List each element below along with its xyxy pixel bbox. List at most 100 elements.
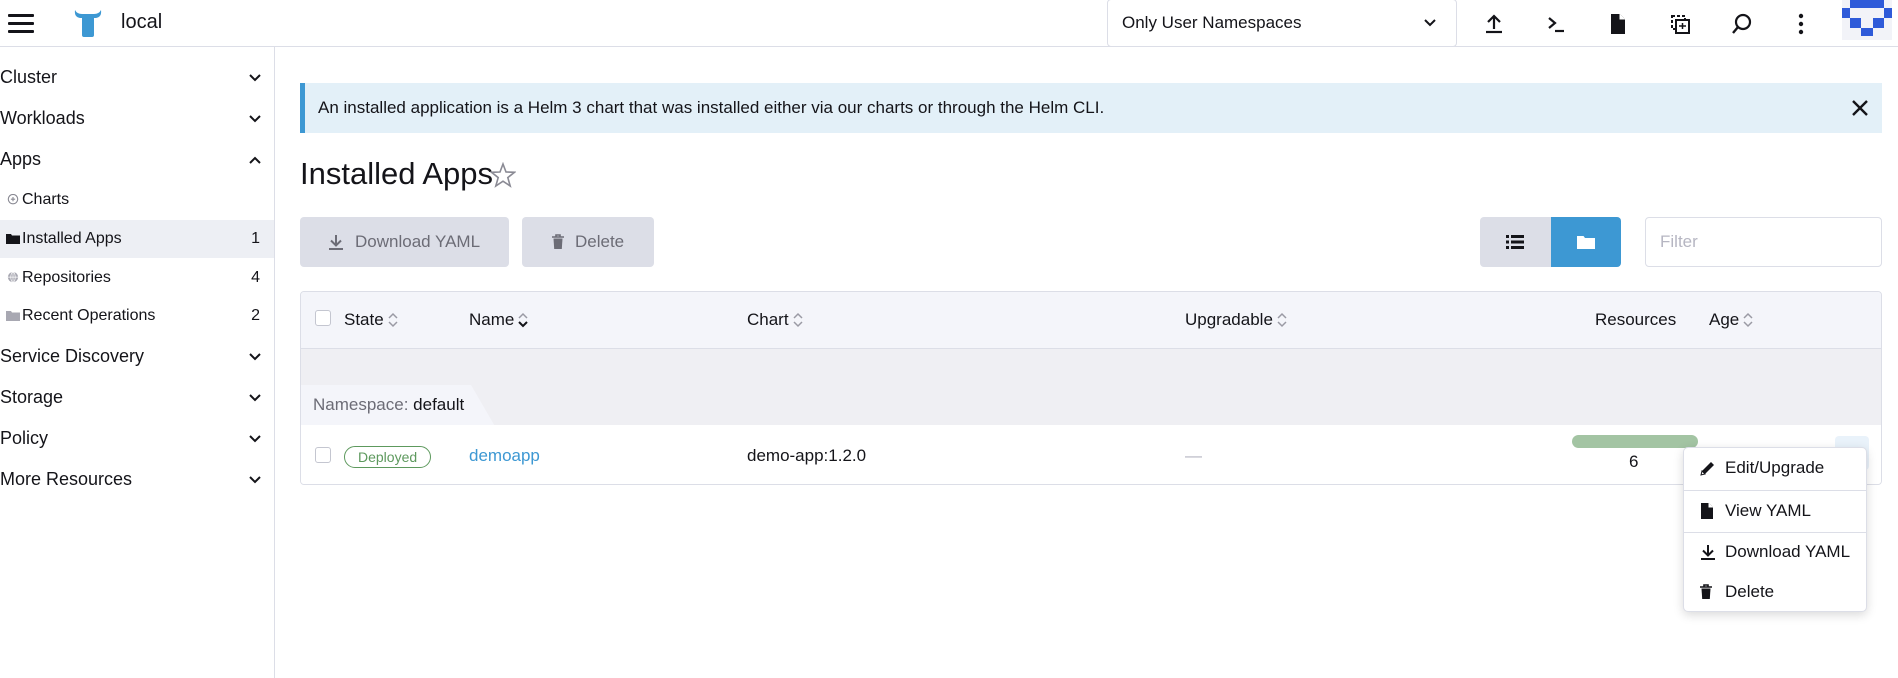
select-all-checkbox[interactable] xyxy=(315,310,331,326)
sidebar-group-label: Workloads xyxy=(0,107,85,128)
page-title: Installed Apps xyxy=(300,156,494,191)
close-icon[interactable] xyxy=(1848,96,1872,120)
column-header-state[interactable]: State xyxy=(344,310,399,330)
sidebar-group-cluster[interactable]: Cluster xyxy=(0,59,274,95)
column-header-label: State xyxy=(344,310,384,329)
download-yaml-button[interactable]: Download YAML xyxy=(300,217,509,267)
search-icon xyxy=(1732,13,1752,34)
cluster-logo-icon xyxy=(72,8,104,38)
menu-item-download-yaml[interactable]: Download YAML xyxy=(1684,533,1866,571)
installed-apps-table: State Name Chart Upgradable Resources Ag… xyxy=(300,291,1882,485)
chevron-down-icon xyxy=(249,476,261,484)
column-header-age[interactable]: Age xyxy=(1709,310,1754,330)
info-banner: An installed application is a Helm 3 cha… xyxy=(300,83,1882,133)
avatar-identicon-icon xyxy=(1842,0,1892,40)
sidebar-group-more-resources[interactable]: More Resources xyxy=(0,461,274,497)
sidebar-group-label: Service Discovery xyxy=(0,345,145,366)
sidebar-group-label: Policy xyxy=(0,427,49,448)
sort-icon xyxy=(1277,312,1287,328)
sidebar-group-label: More Resources xyxy=(0,468,133,489)
resource-search-button[interactable] xyxy=(1726,8,1758,40)
menu-item-label: Download YAML xyxy=(1725,542,1851,561)
file-icon xyxy=(1611,14,1625,34)
delete-label: Delete xyxy=(575,232,625,251)
row-actions-menu: Edit/Upgrade View YAML Download YAML Del… xyxy=(1683,447,1867,612)
sidebar-group-apps[interactable]: Apps xyxy=(0,141,274,177)
chevron-up-icon xyxy=(249,156,261,164)
sidebar-group-storage[interactable]: Storage xyxy=(0,379,274,415)
sort-icon xyxy=(388,312,398,328)
folder-icon xyxy=(6,311,20,321)
sidebar-item-charts[interactable]: Charts xyxy=(0,181,274,219)
column-header-resources: Resources xyxy=(1595,310,1676,330)
sidebar-item-label: Installed Apps xyxy=(22,230,122,247)
sidebar-item-installed-apps[interactable]: Installed Apps 1 xyxy=(0,220,274,258)
group-by-namespace-button[interactable] xyxy=(1550,217,1621,267)
top-header: local Only User Namespaces xyxy=(0,0,1898,47)
copy-kubeconfig-button[interactable] xyxy=(1664,8,1696,40)
view-mode-toggle xyxy=(1480,217,1621,267)
sidebar-item-label: Repositories xyxy=(22,269,111,286)
chevron-down-icon xyxy=(1424,19,1436,27)
download-yaml-label: Download YAML xyxy=(355,232,481,251)
column-header-upgradable[interactable]: Upgradable xyxy=(1185,310,1288,330)
filter-input[interactable] xyxy=(1645,217,1882,267)
terminal-icon xyxy=(1548,17,1564,33)
column-header-label: Name xyxy=(469,310,515,329)
column-header-chart[interactable]: Chart xyxy=(747,310,804,330)
upgradable-value: — xyxy=(1185,446,1202,465)
column-header-label: Age xyxy=(1709,310,1740,329)
sidebar-group-service-discovery[interactable]: Service Discovery xyxy=(0,338,274,374)
resources-count: 6 xyxy=(1629,452,1639,471)
sidebar-group-label: Apps xyxy=(0,148,42,169)
flat-list-view-button[interactable] xyxy=(1480,217,1551,267)
sidebar-item-recent-operations[interactable]: Recent Operations 2 xyxy=(0,297,274,335)
sidebar-nav: Cluster Workloads Apps Charts Installed … xyxy=(0,47,275,678)
sidebar-item-count: 1 xyxy=(251,230,260,247)
download-icon xyxy=(329,235,343,250)
pencil-icon xyxy=(1700,462,1714,476)
sidebar-group-policy[interactable]: Policy xyxy=(0,420,274,456)
row-checkbox[interactable] xyxy=(315,447,331,463)
menu-item-label: Delete xyxy=(1725,582,1775,601)
user-avatar[interactable] xyxy=(1842,0,1892,40)
list-icon xyxy=(1506,235,1525,249)
kubectl-shell-button[interactable] xyxy=(1540,8,1572,40)
menu-item-delete[interactable]: Delete xyxy=(1684,573,1866,611)
menu-item-label: Edit/Upgrade xyxy=(1725,458,1825,477)
namespace-filter-value: Only User Namespaces xyxy=(1122,13,1302,32)
sidebar-group-label: Cluster xyxy=(0,66,58,87)
plus-circle-icon xyxy=(7,194,19,205)
menu-divider xyxy=(1684,490,1866,491)
download-kubeconfig-button[interactable] xyxy=(1602,8,1634,40)
app-name-link[interactable]: demoapp xyxy=(469,446,540,466)
sidebar-group-workloads[interactable]: Workloads xyxy=(0,100,274,136)
vertical-ellipsis-icon xyxy=(1798,13,1804,35)
more-options-button[interactable] xyxy=(1785,8,1817,40)
sidebar-item-count: 2 xyxy=(251,307,260,324)
chevron-down-icon xyxy=(249,394,261,402)
trash-icon xyxy=(552,234,564,249)
chevron-down-icon xyxy=(249,353,261,361)
column-header-name[interactable]: Name xyxy=(469,310,529,330)
trash-icon xyxy=(1700,584,1712,599)
namespace-group-label: Namespace: default xyxy=(301,385,495,425)
copy-icon xyxy=(1671,15,1690,34)
chart-version: demo-app:1.2.0 xyxy=(747,446,867,465)
column-header-label: Upgradable xyxy=(1185,310,1273,329)
sidebar-item-label: Charts xyxy=(22,191,70,208)
upload-icon xyxy=(1486,14,1502,34)
menu-item-label: View YAML xyxy=(1725,501,1811,520)
favorite-star-icon[interactable] xyxy=(490,162,516,188)
sort-descending-icon xyxy=(518,312,529,328)
hamburger-menu-icon[interactable] xyxy=(8,10,34,36)
namespace-filter-select[interactable]: Only User Namespaces xyxy=(1107,0,1457,47)
menu-item-edit-upgrade[interactable]: Edit/Upgrade xyxy=(1684,449,1866,487)
delete-button[interactable]: Delete xyxy=(522,217,654,267)
sidebar-item-repositories[interactable]: Repositories 4 xyxy=(0,259,274,297)
column-header-label: Resources xyxy=(1595,310,1677,329)
import-yaml-button[interactable] xyxy=(1478,8,1510,40)
sidebar-item-label: Recent Operations xyxy=(22,307,156,324)
menu-item-view-yaml[interactable]: View YAML xyxy=(1684,492,1866,530)
cluster-name[interactable]: local xyxy=(121,11,162,34)
